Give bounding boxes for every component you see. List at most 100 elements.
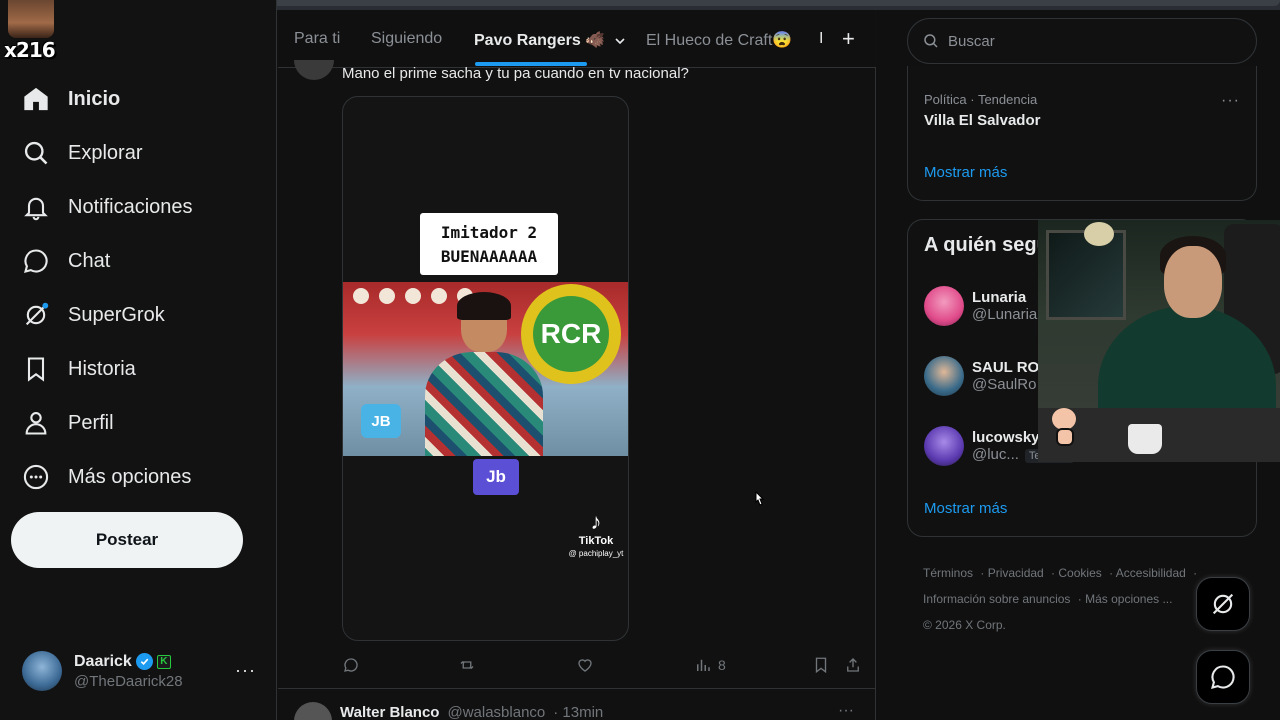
search-box[interactable]	[907, 18, 1257, 64]
grok-icon	[1212, 593, 1234, 615]
sticker-head	[1052, 408, 1076, 430]
footer-link[interactable]: Términos	[923, 566, 973, 580]
trend-name[interactable]: Villa El Salvador	[924, 112, 1040, 129]
tab-separator: I	[819, 30, 824, 47]
main-timeline: Para ti Siguiendo Pavo Rangers 🐗 El Huec…	[278, 10, 876, 720]
account-more-icon[interactable]: ···	[235, 660, 256, 681]
next-tweet-header[interactable]: Walter Blanco @walasblanco · 13min ···	[294, 702, 864, 720]
trends-show-more[interactable]: Mostrar más	[924, 164, 1007, 181]
tweet-text: Mano el prime sacha y tu pa cuando en tv…	[342, 65, 689, 82]
share-button[interactable]	[844, 656, 862, 674]
account-display-name: Daarick	[74, 652, 132, 670]
grok-icon	[25, 302, 49, 326]
video-caption-line1: Imitador 2	[440, 223, 538, 242]
search-icon	[924, 34, 938, 48]
nav-item-supergrok[interactable]: SuperGrok	[0, 288, 277, 342]
nav-label: Más opciones	[68, 465, 192, 488]
nav-item-historia[interactable]: Historia	[0, 342, 277, 396]
footer-links: Términos · Privacidad · Cookies · Accesi…	[923, 566, 1198, 632]
nav-item-chat[interactable]: Chat	[0, 234, 277, 288]
account-names: Daarick K @TheDaarick28	[74, 653, 183, 690]
person-shirt	[425, 352, 543, 456]
footer-link[interactable]: Más opciones ...	[1085, 592, 1172, 606]
reply-button[interactable]	[342, 656, 360, 674]
sticker-body	[1056, 428, 1074, 446]
nav-label: Notificaciones	[68, 195, 193, 218]
tab-pavo-rangers-label: Pavo Rangers 🐗	[474, 32, 606, 49]
tab-el-hueco-de-craft[interactable]: El Hueco de Craft😨	[646, 30, 792, 50]
footer-link[interactable]: Cookies	[1058, 566, 1101, 580]
nav-item-inicio[interactable]: Inicio	[0, 72, 277, 126]
tab-siguiendo[interactable]: Siguiendo	[371, 30, 442, 48]
kick-badge-icon: K	[156, 654, 171, 669]
video-person	[425, 292, 543, 456]
stage-light	[379, 288, 395, 304]
verified-badge-icon	[135, 653, 153, 670]
who-to-follow-title: A quién seguir	[924, 234, 1044, 256]
views-count: 8	[718, 657, 726, 673]
stream-overlay-tag: x216	[4, 38, 56, 62]
like-button[interactable]	[576, 656, 594, 674]
nav-item-notificaciones[interactable]: Notificaciones	[0, 180, 277, 234]
trend-more-icon[interactable]: ···	[1221, 92, 1240, 110]
streamer-face-image	[8, 0, 54, 38]
tiktok-watermark: ♪ TikTok @ pachiplay_yt	[565, 509, 627, 558]
share-icon	[847, 658, 859, 672]
nav-label: Chat	[68, 249, 111, 272]
grok-float-button[interactable]	[1196, 577, 1250, 631]
nav-label: Perfil	[68, 411, 114, 434]
pixel-character-sticker	[1046, 408, 1080, 448]
post-button[interactable]: Postear	[11, 512, 243, 568]
avatar	[924, 286, 964, 326]
follow-show-more[interactable]: Mostrar más	[924, 500, 1007, 517]
chevron-down-icon	[614, 38, 625, 44]
tweet-avatar[interactable]	[294, 60, 334, 80]
trend-meta: Política · Tendencia	[924, 92, 1038, 107]
account-handle: @TheDaarick28	[74, 672, 183, 690]
search-input[interactable]	[948, 32, 1228, 50]
person-icon	[25, 412, 47, 435]
browser-url-bar[interactable]	[110, 0, 1280, 6]
follow-suggestion-handle: @Lunaria	[972, 306, 1038, 323]
nav-item-perfil[interactable]: Perfil	[0, 396, 277, 450]
bookmark-icon	[27, 357, 45, 382]
views-button[interactable]: 8	[694, 656, 726, 674]
account-switcher[interactable]: Daarick K @TheDaarick28 ···	[22, 646, 272, 696]
tab-pavo-rangers[interactable]: Pavo Rangers 🐗	[474, 30, 626, 50]
next-tweet-more-icon[interactable]: ···	[838, 702, 854, 720]
nav-label: SuperGrok	[68, 303, 165, 326]
home-icon	[24, 87, 48, 111]
account-display-row: Daarick K	[74, 653, 183, 671]
follow-suggestion-handle: @luc...	[972, 446, 1019, 463]
footer-link[interactable]: Accesibilidad	[1116, 566, 1186, 580]
nav-item-explorar[interactable]: Explorar	[0, 126, 277, 180]
messages-float-button[interactable]	[1196, 650, 1250, 704]
stage-light	[405, 288, 421, 304]
follow-suggestion-text: Lunaria @Lunaria	[972, 289, 1037, 323]
tab-para-ti[interactable]: Para ti	[294, 30, 340, 48]
follow-suggestion-name: SAUL RO	[972, 359, 1040, 376]
repost-button[interactable]	[458, 656, 476, 674]
footer-link[interactable]: Información sobre anuncios	[923, 592, 1070, 606]
left-sidebar: x216 Inicio Explorar Notificaciones Chat…	[0, 0, 277, 720]
next-tweet-time: · 13min	[553, 703, 604, 720]
timeline-tabs: Para ti Siguiendo Pavo Rangers 🐗 El Huec…	[278, 10, 876, 68]
bookmark-button[interactable]	[812, 656, 830, 674]
video-caption-line2: BUENAAAAAA	[440, 247, 538, 266]
avatar	[924, 426, 964, 466]
tweet-media-video[interactable]: Imitador 2 BUENAAAAAA RCR JB Jb ♪ TikTok…	[342, 96, 629, 641]
chat-icon	[1211, 665, 1235, 689]
nav-label: Historia	[68, 357, 136, 380]
webcam-lamp	[1084, 222, 1114, 246]
bookmark-icon	[815, 657, 827, 674]
footer-link[interactable]: Privacidad	[988, 566, 1044, 580]
next-tweet-name[interactable]: Walter Blanco	[340, 704, 439, 720]
avatar[interactable]	[294, 702, 332, 720]
reply-icon	[344, 658, 358, 672]
nav-item-mas-opciones[interactable]: Más opciones	[0, 450, 277, 504]
nav-label: Inicio	[68, 87, 121, 110]
follow-suggestion-name: Lunaria	[972, 289, 1027, 306]
next-tweet-handle: @walasblanco	[447, 703, 546, 720]
add-tab-icon[interactable]: +	[842, 26, 855, 52]
avatar	[22, 651, 62, 691]
